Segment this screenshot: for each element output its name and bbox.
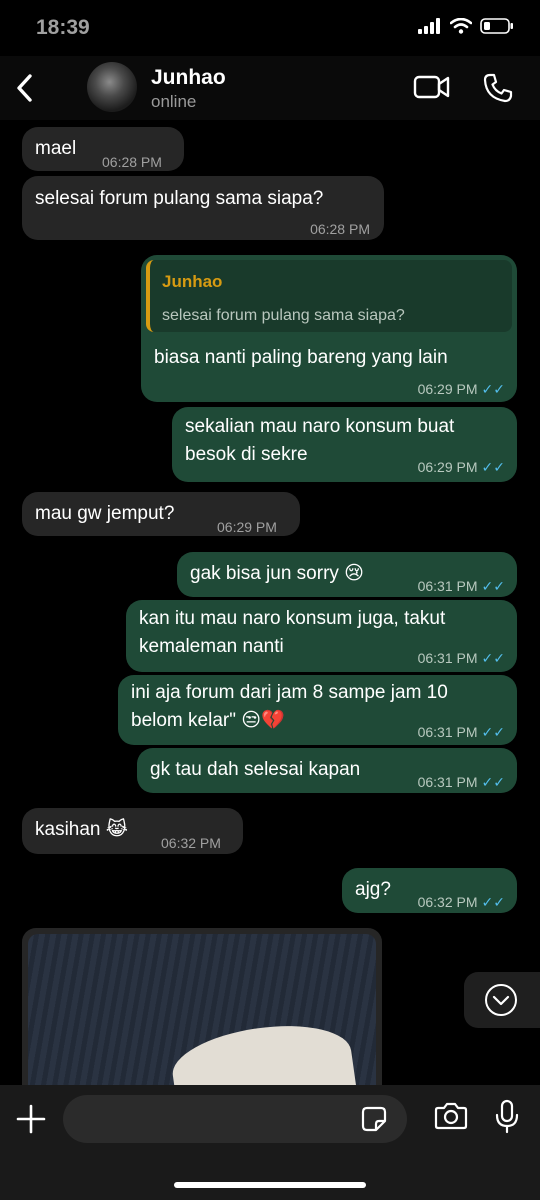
phone-icon[interactable] (482, 72, 514, 104)
message-time: 06:31 PM (417, 724, 478, 740)
message-text: mael (35, 138, 77, 159)
status-bar: 18:39 (0, 0, 540, 56)
read-ticks-icon: ✓✓ (481, 894, 505, 910)
quoted-reply[interactable]: Junhao selesai forum pulang sama siapa? (146, 260, 512, 332)
camera-icon[interactable] (434, 1101, 468, 1131)
reply-author: Junhao (162, 272, 223, 291)
message-incoming[interactable]: kasihan 😹 06:32 PM (22, 808, 243, 854)
message-time: 06:31 PM (417, 774, 478, 790)
message-time: 06:31 PM (417, 650, 478, 666)
contact-info[interactable]: Junhao online (151, 66, 226, 112)
message-time: 06:28 PM (102, 154, 162, 170)
message-time: 06:29 PM (217, 519, 277, 535)
message-outgoing[interactable]: gk tau dah selesai kapan 06:31 PM ✓✓ (137, 748, 517, 793)
message-text: mau gw jemput? (35, 503, 175, 524)
message-text-line: besok di sekre (185, 444, 308, 465)
message-meta: 06:29 PM ✓✓ (418, 453, 505, 481)
message-time: 06:29 PM (417, 381, 478, 397)
message-incoming[interactable]: mael 06:28 PM (22, 127, 184, 171)
message-outgoing[interactable]: gak bisa jun sorry 😢 06:31 PM ✓✓ (177, 552, 517, 597)
message-text-line: ini aja forum dari jam 8 sampe jam 10 (131, 682, 448, 703)
message-text: biasa nanti paling bareng yang lain (154, 347, 448, 368)
message-time: 06:29 PM (417, 459, 478, 475)
message-text-line: belom kelar" 😒💔 (131, 710, 285, 731)
sticker-icon[interactable] (361, 1106, 387, 1132)
message-outgoing[interactable]: sekalian mau naro konsum buat besok di s… (172, 407, 517, 482)
message-meta: 06:31 PM ✓✓ (418, 572, 505, 600)
reply-text: selesai forum pulang sama siapa? (162, 307, 405, 324)
message-outgoing[interactable]: ajg? 06:32 PM ✓✓ (342, 868, 517, 913)
message-text: kasihan 😹 (35, 819, 128, 840)
message-text: gak bisa jun sorry 😢 (190, 563, 364, 584)
read-ticks-icon: ✓✓ (481, 381, 505, 397)
message-text: selesai forum pulang sama siapa? (35, 188, 324, 209)
message-text-line: sekalian mau naro konsum buat (185, 416, 455, 437)
home-indicator (174, 1182, 366, 1188)
battery-icon (480, 18, 513, 34)
chevron-down-icon (485, 984, 517, 1016)
message-meta: 06:32 PM ✓✓ (418, 888, 505, 916)
contact-status: online (151, 92, 197, 111)
read-ticks-icon: ✓✓ (481, 578, 505, 594)
read-ticks-icon: ✓✓ (481, 724, 505, 740)
contact-name: Junhao (151, 66, 226, 89)
message-text-line: kemaleman nanti (139, 636, 284, 657)
message-outgoing[interactable]: ini aja forum dari jam 8 sampe jam 10 be… (118, 675, 517, 745)
message-text-line: kan itu mau naro konsum juga, takut (139, 608, 446, 629)
message-input[interactable] (63, 1095, 407, 1143)
message-meta: 06:31 PM ✓✓ (418, 644, 505, 672)
message-time: 06:32 PM (417, 894, 478, 910)
avatar[interactable] (87, 62, 137, 112)
wifi-icon (450, 18, 472, 34)
message-time: 06:28 PM (310, 221, 370, 237)
message-text: gk tau dah selesai kapan (150, 759, 361, 780)
message-text: ajg? (355, 879, 391, 900)
message-outgoing[interactable]: kan itu mau naro konsum juga, takut kema… (126, 600, 517, 672)
read-ticks-icon: ✓✓ (481, 650, 505, 666)
chat-area[interactable]: mael 06:28 PM selesai forum pulang sama … (0, 120, 540, 1085)
chat-header: Junhao online (0, 56, 540, 120)
message-meta: 06:31 PM ✓✓ (418, 718, 505, 746)
microphone-icon[interactable] (494, 1099, 520, 1135)
message-time: 06:31 PM (417, 578, 478, 594)
scroll-to-bottom-button[interactable] (464, 972, 540, 1028)
message-composer (0, 1085, 540, 1200)
message-meta: 06:31 PM ✓✓ (418, 768, 505, 796)
status-icons (418, 18, 514, 34)
video-call-icon[interactable] (413, 72, 451, 102)
status-time: 18:39 (36, 16, 90, 39)
message-incoming[interactable]: mau gw jemput? 06:29 PM (22, 492, 300, 536)
image-message[interactable] (22, 928, 382, 1085)
read-ticks-icon: ✓✓ (481, 774, 505, 790)
message-meta: 06:29 PM ✓✓ (418, 375, 505, 403)
message-incoming[interactable]: selesai forum pulang sama siapa? 06:28 P… (22, 176, 384, 240)
plus-icon[interactable] (16, 1104, 46, 1134)
read-ticks-icon: ✓✓ (481, 459, 505, 475)
message-outgoing[interactable]: Junhao selesai forum pulang sama siapa? … (141, 255, 517, 402)
message-time: 06:32 PM (161, 835, 221, 851)
signal-icon (418, 18, 440, 34)
back-arrow-icon[interactable] (12, 70, 40, 106)
